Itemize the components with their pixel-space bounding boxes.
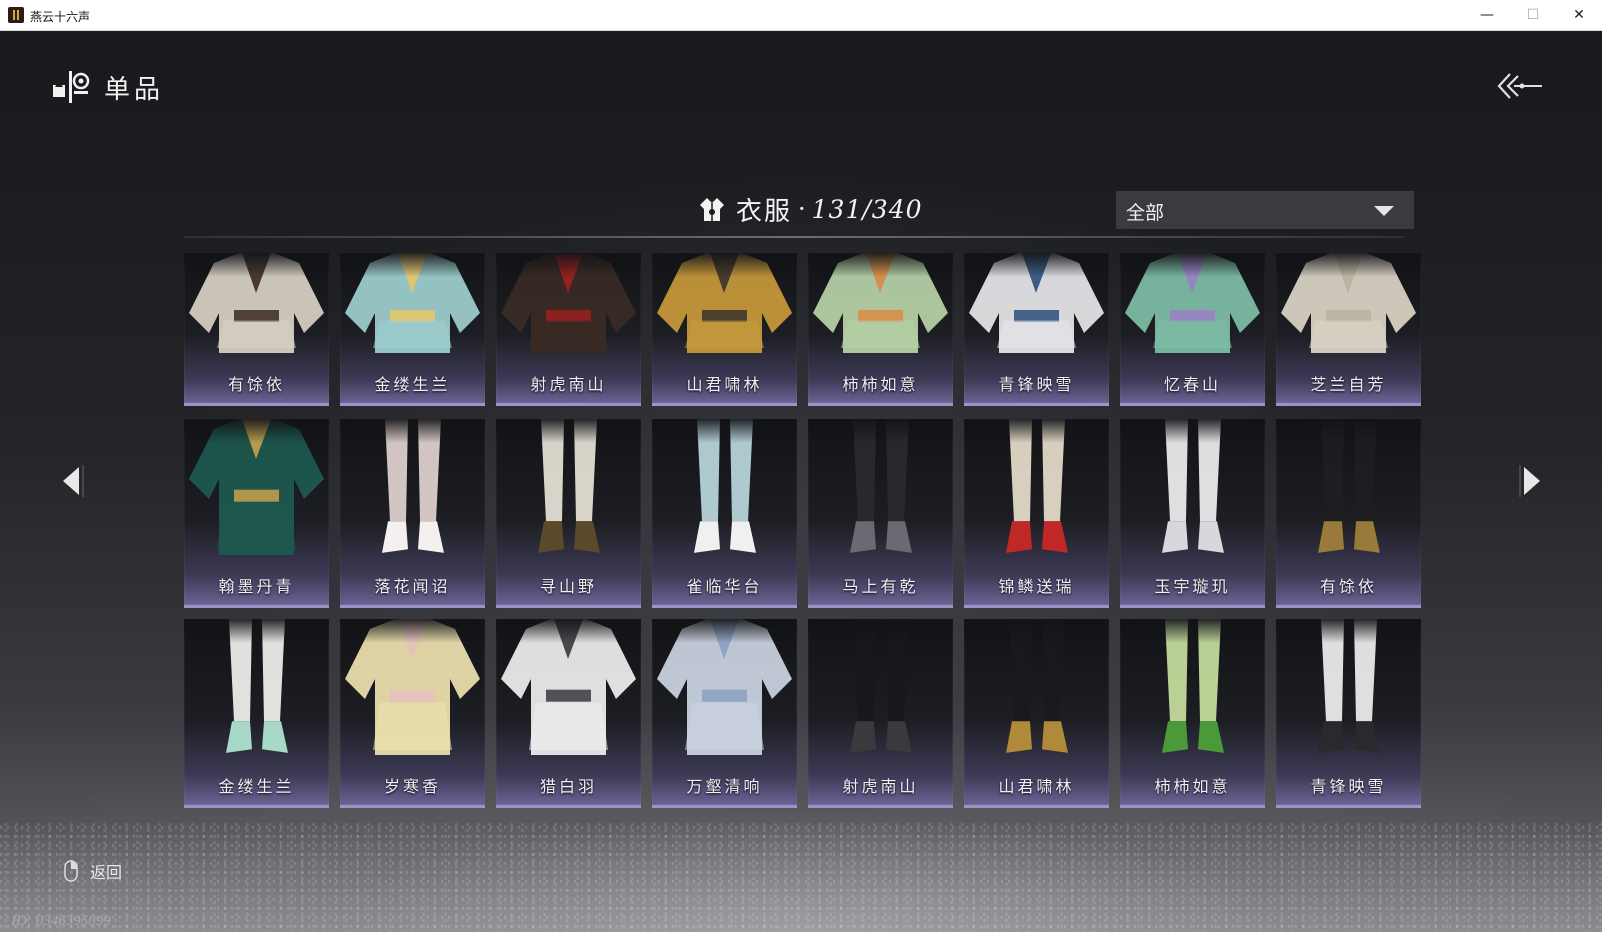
item-name: 射虎南山 [530,375,607,394]
back-arrows-icon[interactable] [1496,71,1544,101]
item-card[interactable]: 有馀依 [1276,419,1421,608]
card-top-fade [964,619,1109,643]
item-name: 有馀依 [227,375,285,394]
card-top-fade [1276,419,1421,443]
item-card[interactable]: 忆春山 [1120,253,1265,406]
card-top-fade [184,419,329,443]
collection-count: 131/340 [811,194,923,224]
item-name: 山君啸林 [686,375,763,394]
item-name: 锦鳞送瑞 [998,577,1075,596]
item-card[interactable]: 青锋映雪 [1276,619,1421,808]
card-top-fade [340,419,485,443]
item-name: 青锋映雪 [1310,777,1387,796]
chevron-down-icon [1374,206,1394,216]
item-card[interactable]: 山君啸林 [652,253,797,406]
item-card[interactable]: 柿柿如意 [1120,619,1265,808]
item-card[interactable]: 有馀依 [184,253,329,406]
item-card[interactable]: 寻山野 [496,419,641,608]
snow-ground-background [0,822,1602,932]
filter-dropdown[interactable]: 全部 [1116,191,1414,229]
filter-selected-value: 全部 [1126,202,1165,224]
arrow-right-icon[interactable] [1516,461,1546,501]
item-name: 落花闻诏 [374,577,451,596]
mouse-right-click-icon [64,860,78,882]
item-name: 猎白羽 [539,777,597,796]
card-top-fade [1276,619,1421,643]
back-hint[interactable]: 返回 [64,859,122,883]
card-top-fade [1120,253,1265,277]
item-name: 射虎南山 [842,777,919,796]
card-top-fade [1276,253,1421,277]
page-title: 单品 [104,75,165,105]
item-name: 金缕生兰 [374,375,451,394]
item-card[interactable]: 马上有乾 [808,419,953,608]
item-name: 青锋映雪 [998,375,1075,394]
item-card[interactable]: 金缕生兰 [184,619,329,808]
item-card[interactable]: 山君啸林 [964,619,1109,808]
item-name: 万壑清响 [686,777,763,796]
item-name: 柿柿如意 [1154,777,1231,796]
item-name: 山君啸林 [998,777,1075,796]
card-top-fade [808,419,953,443]
item-card[interactable]: 雀临华台 [652,419,797,608]
minimize-button[interactable]: — [1464,0,1510,30]
item-card[interactable]: 玉宇璇玑 [1120,419,1265,608]
item-name: 翰墨丹青 [218,577,295,596]
item-name: 芝兰自芳 [1310,375,1387,394]
item-name: 玉宇璇玑 [1154,577,1231,596]
close-button[interactable]: ✕ [1556,0,1602,30]
card-top-fade [652,619,797,643]
card-top-fade [808,619,953,643]
player-id: ID: 0346395099 [11,913,111,929]
card-top-fade [1120,419,1265,443]
card-top-fade [340,253,485,277]
window-title: 燕云十六声 [30,10,91,24]
category-name: 衣服 [736,196,793,227]
card-top-fade [652,253,797,277]
card-top-fade [652,419,797,443]
item-card[interactable]: 青锋映雪 [964,253,1109,406]
item-card[interactable]: 射虎南山 [808,619,953,808]
item-name: 忆春山 [1163,375,1221,394]
card-top-fade [1120,619,1265,643]
wardrobe-items-icon [53,71,90,103]
item-card[interactable]: 万壑清响 [652,619,797,808]
item-card[interactable]: 落花闻诏 [340,419,485,608]
card-top-fade [964,253,1109,277]
app-icon [8,7,24,23]
card-top-fade [964,419,1109,443]
category-separator: · [798,195,806,223]
item-card[interactable]: 翰墨丹青 [184,419,329,608]
card-top-fade [184,619,329,643]
maximize-button[interactable]: ☐ [1510,0,1556,30]
item-name: 金缕生兰 [218,777,295,796]
card-top-fade [340,619,485,643]
item-name: 寻山野 [539,577,597,596]
back-label: 返回 [90,863,123,882]
item-card[interactable]: 柿柿如意 [808,253,953,406]
card-top-fade [496,419,641,443]
item-name: 马上有乾 [842,577,919,596]
category-heading: 衣服 · 131/340 [698,189,923,229]
item-name: 有馀依 [1319,577,1377,596]
card-top-fade [496,253,641,277]
item-card[interactable]: 芝兰自芳 [1276,253,1421,406]
item-name: 雀临华台 [686,577,763,596]
item-card[interactable]: 射虎南山 [496,253,641,406]
clothing-icon [700,198,724,221]
item-card[interactable]: 金缕生兰 [340,253,485,406]
item-name: 岁寒香 [383,777,441,796]
item-card[interactable]: 猎白羽 [496,619,641,808]
card-top-fade [496,619,641,643]
card-top-fade [184,253,329,277]
wardrobe-screen: 单品 衣服 · 131/340 全部 有馀依 金缕生兰 射虎南山 山君啸林 柿柿如意 青锋… [0,31,1602,932]
arrow-left-icon[interactable] [57,461,87,501]
item-card[interactable]: 岁寒香 [340,619,485,808]
item-card[interactable]: 锦鳞送瑞 [964,419,1109,608]
window-titlebar: 燕云十六声 — ☐ ✕ [0,0,1602,31]
header-divider [184,236,1404,238]
item-name: 柿柿如意 [842,375,919,394]
card-top-fade [808,253,953,277]
